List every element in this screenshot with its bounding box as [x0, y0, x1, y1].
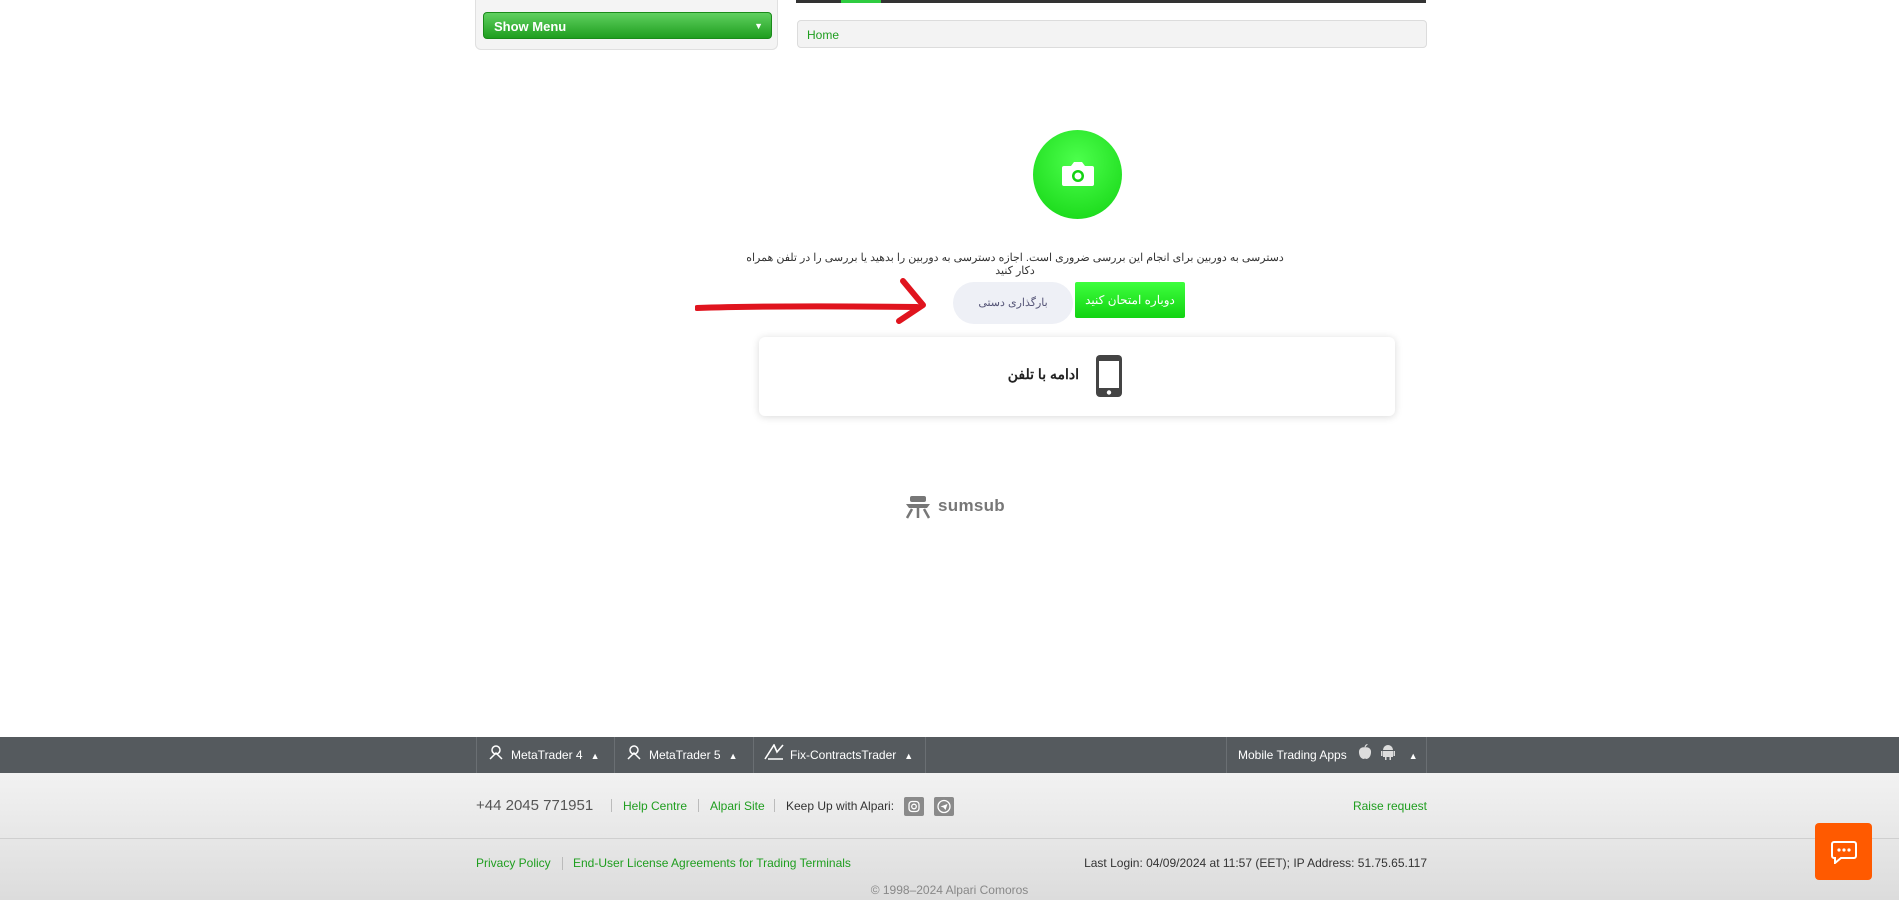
chat-icon	[1831, 841, 1857, 864]
help-centre-link[interactable]: Help Centre	[623, 799, 687, 813]
chevron-down-icon: ▼	[754, 21, 763, 31]
footer-separator	[562, 857, 563, 870]
show-menu-button[interactable]: Show Menu ▼	[483, 12, 772, 39]
chat-button[interactable]	[1815, 823, 1872, 880]
breadcrumb: Home	[797, 20, 1427, 48]
banner-strip	[796, 0, 1426, 3]
banner-accent	[841, 0, 881, 3]
retry-button[interactable]: دوباره امتحان کنید	[1075, 282, 1185, 318]
sumsub-logo-icon	[905, 496, 931, 519]
arrow-up-icon: ▲	[1408, 751, 1418, 761]
android-icon	[1381, 738, 1396, 774]
platform-label: MetaTrader 4	[511, 748, 583, 762]
camera-permission-message: دسترسی به دوربین برای انجام این بررسی ضر…	[746, 252, 1284, 277]
metatrader-icon	[625, 738, 643, 774]
breadcrumb-home-link[interactable]: Home	[807, 28, 839, 42]
platform-fix-contracts-trader[interactable]: Fix-ContractsTrader ▲	[753, 737, 926, 773]
platform-label: MetaTrader 5	[649, 748, 721, 762]
arrow-up-icon: ▲	[590, 751, 600, 761]
mobile-phone-icon	[1096, 355, 1122, 397]
alpari-site-link[interactable]: Alpari Site	[710, 799, 765, 813]
footer	[0, 773, 1899, 900]
platform-label: Fix-ContractsTrader	[790, 748, 897, 762]
mobile-trading-apps[interactable]: Mobile Trading Apps ▲	[1226, 737, 1427, 773]
camera-icon	[1062, 162, 1094, 186]
footer-divider	[0, 838, 1899, 839]
raise-request-link[interactable]: Raise request	[1353, 799, 1427, 813]
apple-icon	[1358, 738, 1372, 774]
red-arrow-annotation	[695, 278, 926, 324]
show-menu-label: Show Menu	[494, 19, 567, 34]
support-phone-number: +44 2045 771951	[476, 797, 594, 814]
footer-separator	[774, 799, 775, 812]
manual-upload-button[interactable]: بارگذاری دستی	[953, 282, 1073, 324]
privacy-policy-link[interactable]: Privacy Policy	[476, 856, 551, 870]
telegram-icon[interactable]	[934, 797, 954, 816]
platform-bar: MetaTrader 4 ▲ MetaTrader 5 ▲ Fix-Contract…	[0, 737, 1899, 773]
menu-box: Show Menu ▼	[475, 0, 778, 50]
keep-up-label: Keep Up with Alpari:	[786, 799, 895, 813]
footer-separator	[611, 799, 612, 812]
mobile-apps-label: Mobile Trading Apps	[1238, 748, 1347, 762]
last-login-info: Last Login: 04/09/2024 at 11:57 (EET); I…	[1084, 856, 1427, 870]
camera-icon-circle	[1033, 130, 1122, 219]
fix-icon	[764, 738, 784, 774]
eula-link[interactable]: End-User License Agreements for Trading …	[573, 856, 851, 870]
platform-metatrader-4[interactable]: MetaTrader 4 ▲	[476, 737, 614, 773]
metatrader-icon	[487, 738, 505, 774]
arrow-up-icon: ▲	[904, 751, 914, 761]
sumsub-logo: sumsub	[902, 494, 1005, 525]
sumsub-brand: sumsub	[938, 496, 1005, 515]
copyright: © 1998–2024 Alpari Comoros	[870, 883, 1029, 897]
footer-separator	[698, 799, 699, 812]
platform-metatrader-5[interactable]: MetaTrader 5 ▲	[614, 737, 753, 773]
instagram-icon[interactable]	[904, 797, 924, 816]
continue-with-phone-button[interactable]: ادامه با تلفن	[759, 337, 1395, 416]
arrow-up-icon: ▲	[728, 751, 738, 761]
continue-with-phone-label: ادامه با تلفن	[1007, 366, 1079, 382]
